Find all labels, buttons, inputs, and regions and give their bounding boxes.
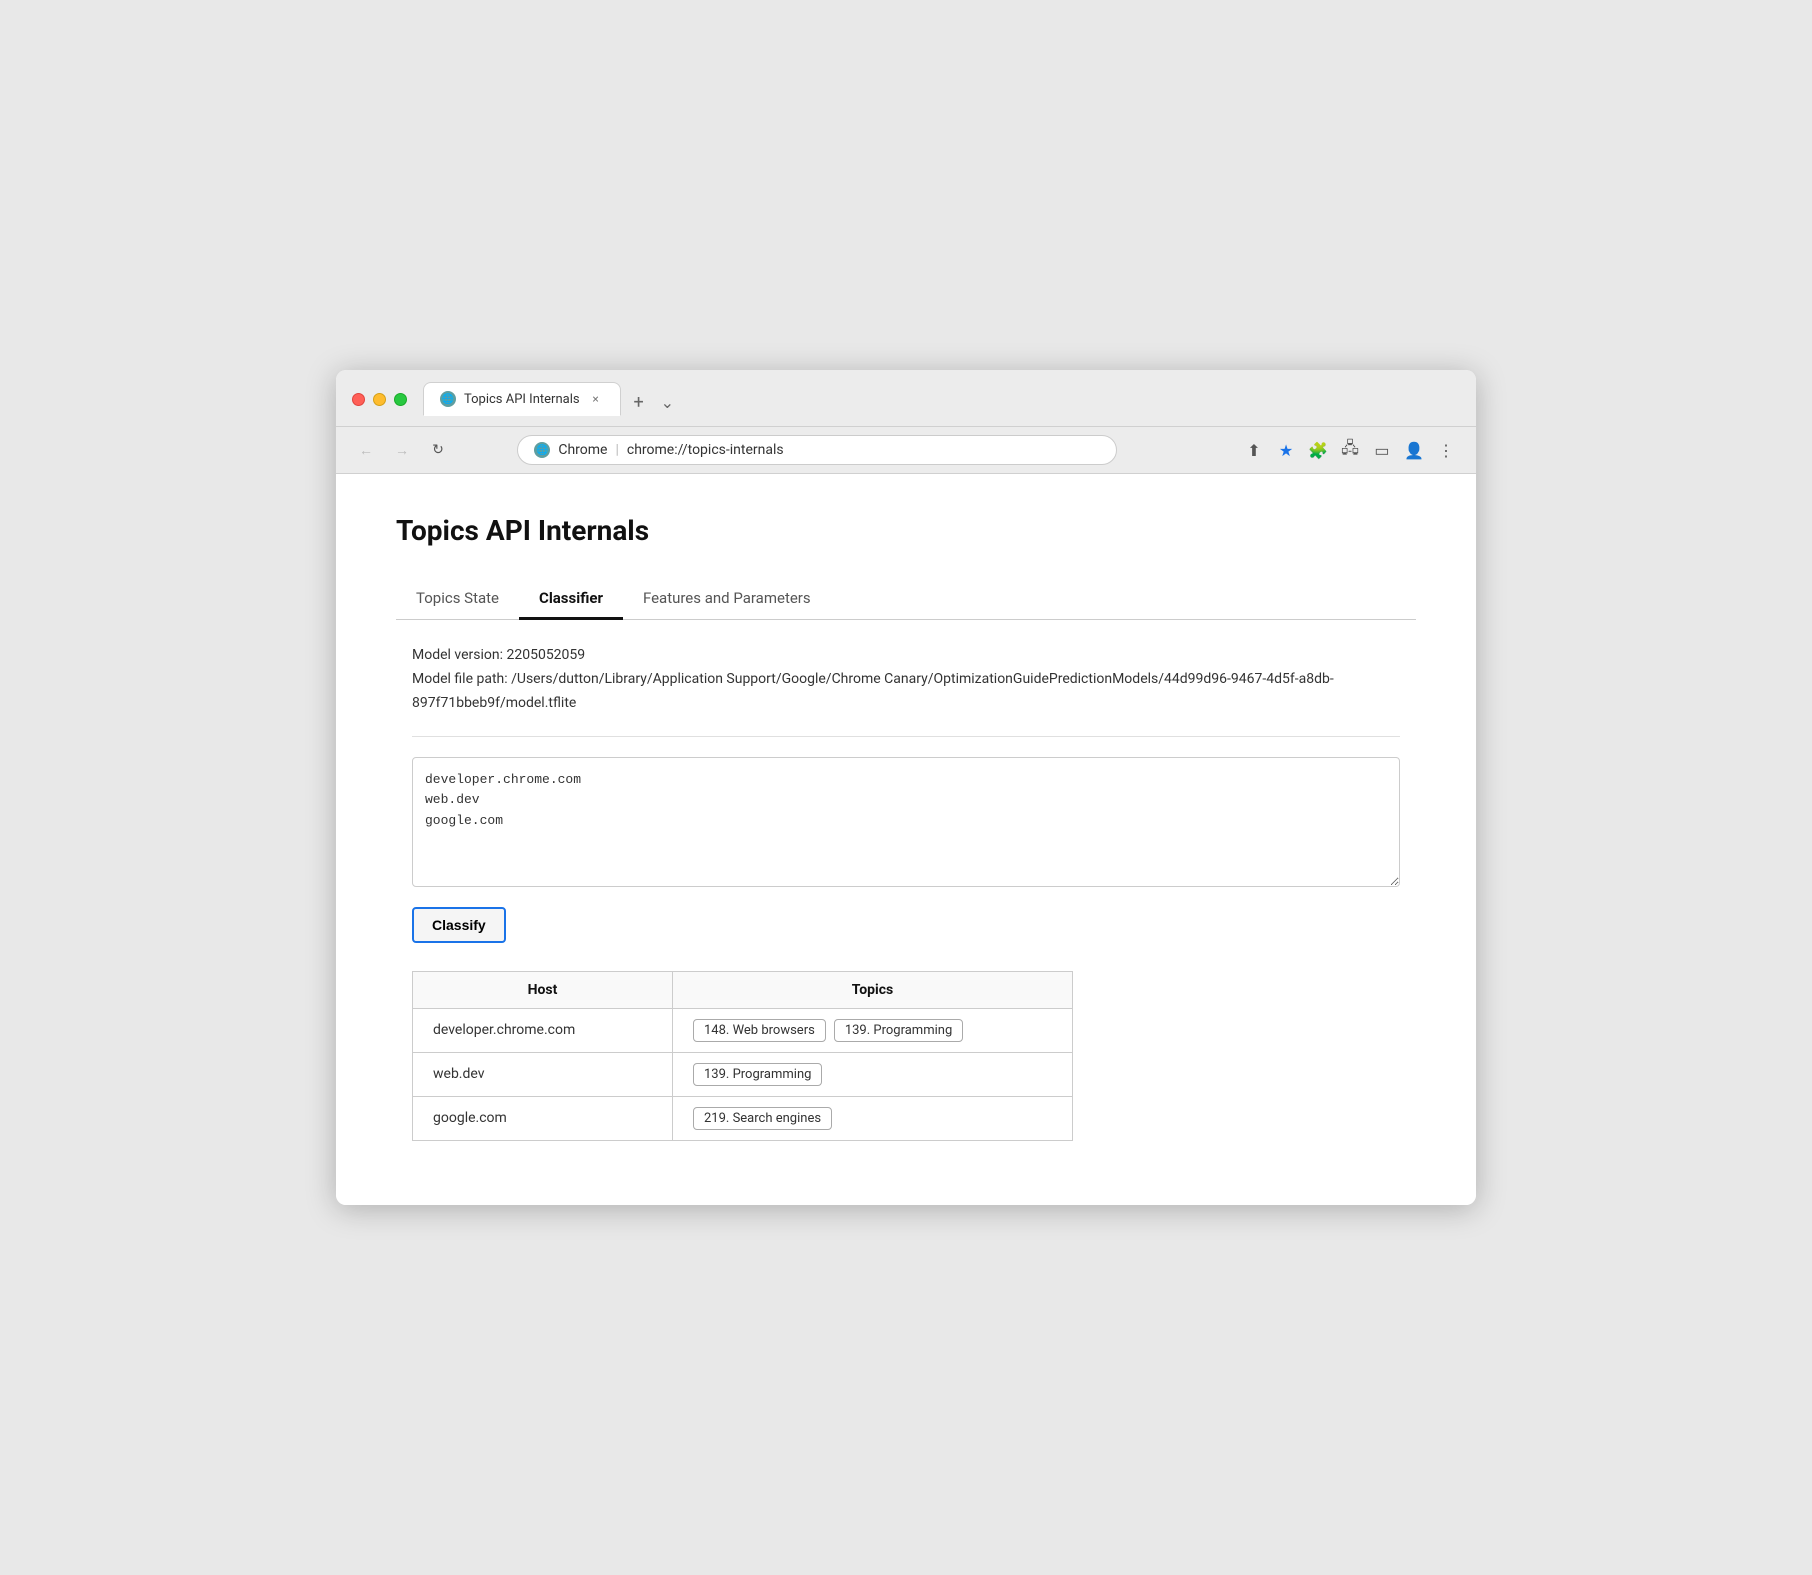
divider [412, 736, 1400, 737]
tab-classifier[interactable]: Classifier [519, 579, 623, 620]
table-header-topics: Topics [673, 971, 1073, 1008]
title-bar: 🌐 Topics API Internals × + ⌄ [336, 370, 1476, 427]
table-cell-host: google.com [413, 1096, 673, 1140]
tab-close-button[interactable]: × [588, 391, 604, 407]
tab-features-params[interactable]: Features and Parameters [623, 579, 831, 620]
topic-tag: 148. Web browsers [693, 1019, 826, 1042]
tab-title: Topics API Internals [464, 392, 580, 407]
classifier-tab-content: Model version: 2205052059 Model file pat… [396, 620, 1416, 1164]
nav-tabs: Topics State Classifier Features and Par… [396, 579, 1416, 620]
share-button[interactable]: ⬆ [1240, 436, 1268, 464]
page-title: Topics API Internals [396, 514, 1416, 547]
toolbar-icons: ⬆ ★ 🧩 🖧 ▭ 👤 ⋮ [1240, 436, 1460, 464]
topic-tag: 219. Search engines [693, 1107, 832, 1130]
menu-button[interactable]: ⋮ [1432, 436, 1460, 464]
cast-button[interactable]: 🖧 [1336, 436, 1364, 464]
table-row: web.dev 139. Programming [413, 1052, 1073, 1096]
url-input-textarea[interactable]: developer.chrome.com web.dev google.com [412, 757, 1400, 887]
table-cell-host: developer.chrome.com [413, 1008, 673, 1052]
table-row: developer.chrome.com 148. Web browsers 139… [413, 1008, 1073, 1052]
table-cell-topics: 219. Search engines [673, 1096, 1073, 1140]
bookmark-button[interactable]: ★ [1272, 436, 1300, 464]
address-bar: ← → ↻ 🌐 Chrome | chrome://topics-interna… [336, 427, 1476, 474]
forward-button[interactable]: → [388, 436, 416, 464]
browser-window: 🌐 Topics API Internals × + ⌄ ← → ↻ 🌐 Chr… [336, 370, 1476, 1204]
url-scheme-text: Chrome [558, 442, 607, 458]
url-favicon-icon: 🌐 [534, 442, 550, 458]
traffic-lights [352, 393, 407, 406]
close-window-button[interactable] [352, 393, 365, 406]
url-path-text: chrome://topics-internals [627, 442, 784, 458]
active-tab[interactable]: 🌐 Topics API Internals × [423, 382, 621, 416]
reload-button[interactable]: ↻ [424, 436, 452, 464]
tab-favicon-icon: 🌐 [440, 391, 456, 407]
table-header-host: Host [413, 971, 673, 1008]
back-button[interactable]: ← [352, 436, 380, 464]
url-bar[interactable]: 🌐 Chrome | chrome://topics-internals [517, 435, 1117, 465]
table-cell-topics: 148. Web browsers 139. Programming [673, 1008, 1073, 1052]
extensions-button[interactable]: 🧩 [1304, 436, 1332, 464]
classify-button[interactable]: Classify [412, 907, 506, 943]
tab-bar: 🌐 Topics API Internals × + ⌄ [423, 382, 682, 416]
model-file-path: Model file path: /Users/dutton/Library/A… [412, 668, 1400, 716]
url-separator: | [615, 442, 618, 458]
table-cell-topics: 139. Programming [673, 1052, 1073, 1096]
page-content: Topics API Internals Topics State Classi… [336, 474, 1476, 1204]
table-cell-host: web.dev [413, 1052, 673, 1096]
results-table: Host Topics developer.chrome.com148. Web… [412, 971, 1073, 1141]
new-tab-button[interactable]: + [625, 388, 653, 416]
table-row: google.com 219. Search engines [413, 1096, 1073, 1140]
minimize-window-button[interactable] [373, 393, 386, 406]
profile-button[interactable]: 👤 [1400, 436, 1428, 464]
tab-topics-state[interactable]: Topics State [396, 579, 519, 620]
maximize-window-button[interactable] [394, 393, 407, 406]
model-info: Model version: 2205052059 Model file pat… [412, 644, 1400, 715]
topic-tag: 139. Programming [834, 1019, 963, 1042]
model-version: Model version: 2205052059 [412, 644, 1400, 668]
sidebar-button[interactable]: ▭ [1368, 436, 1396, 464]
tab-expand-button[interactable]: ⌄ [653, 389, 682, 416]
topic-tag: 139. Programming [693, 1063, 822, 1086]
